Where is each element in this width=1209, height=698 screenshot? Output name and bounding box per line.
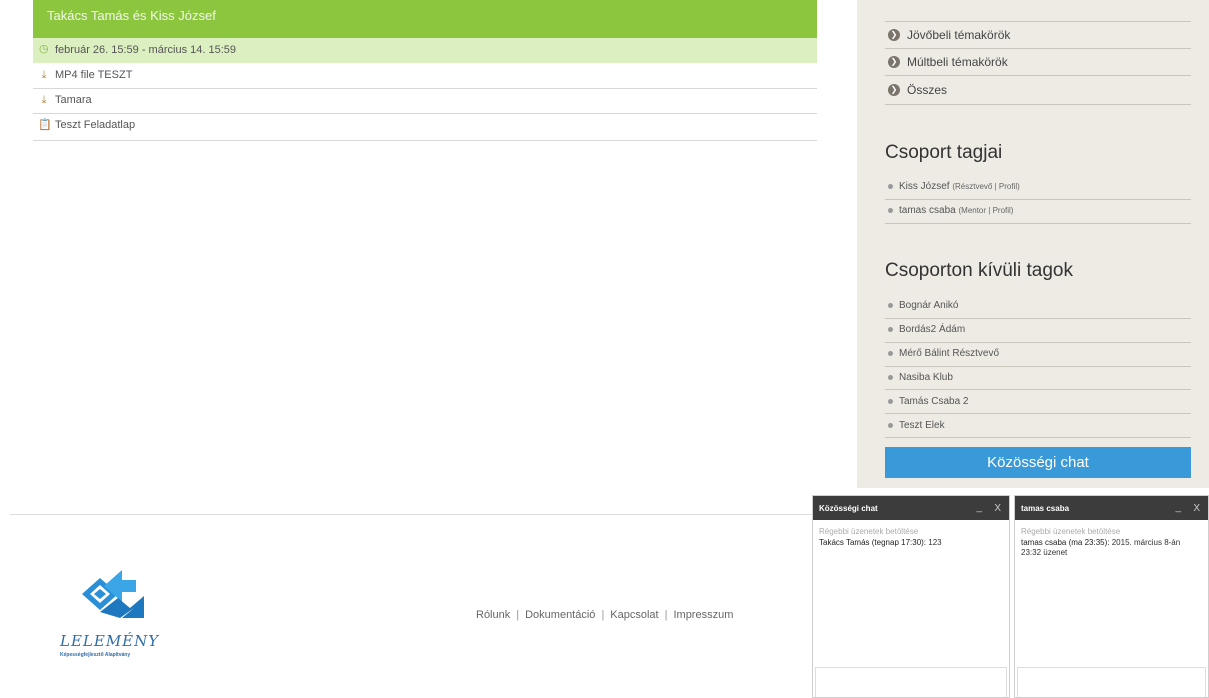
load-older-messages-link[interactable]: Régebbi üzenetek betöltése <box>1021 527 1120 536</box>
footer-link-imprint[interactable]: Impresszum <box>673 609 733 621</box>
sidebar-item-label: Múltbeli témakörök <box>907 55 1008 69</box>
member-role[interactable]: (Mentor | Profil) <box>958 206 1013 215</box>
chat-title: Közösségi chat <box>819 504 878 513</box>
outside-member[interactable]: Bordás2 Ádám <box>885 319 1191 342</box>
sidebar-item-label: Jövőbeli témakörök <box>907 28 1011 42</box>
member-role[interactable]: (Résztvevő | Profil) <box>952 182 1019 191</box>
outside-members-title: Csoporton kívüli tagok <box>885 260 1073 281</box>
divider <box>885 75 1191 76</box>
member-name[interactable]: Tamás Csaba 2 <box>899 396 968 407</box>
group-members-title: Csoport tagjai <box>885 142 1003 163</box>
footer-links: Rólunk | Dokumentáció | Kapcsolat | Impresszum <box>476 609 734 621</box>
divider <box>885 413 1191 414</box>
topic-date-range: február 26. 15:59 - március 14. 15:59 <box>55 44 236 56</box>
chevron-right-icon: ❯ <box>888 29 900 41</box>
divider <box>885 104 1191 105</box>
footer-link-about[interactable]: Rólunk <box>476 609 510 621</box>
member-name[interactable]: Teszt Elek <box>899 420 945 431</box>
sidebar-item-all[interactable]: ❯ Összes <box>885 79 1191 103</box>
bullet-icon <box>888 184 893 189</box>
chat-message-input[interactable] <box>815 667 1007 697</box>
member-name[interactable]: Kiss József <box>899 181 950 192</box>
outside-member[interactable]: Mérő Bálint Résztvevő <box>885 343 1191 366</box>
chat-message-sender: Takács Tamás (tegnap 17:30): <box>819 538 927 547</box>
group-member-tamas-csaba[interactable]: tamas csaba (Mentor | Profil) <box>885 200 1191 223</box>
topic-item-label[interactable]: Tamara <box>55 94 92 106</box>
bullet-icon <box>888 327 893 332</box>
logo-subtitle: Képességfejlesztő Alapítvány <box>60 652 131 658</box>
group-member-kiss-jozsef[interactable]: Kiss József (Résztvevő | Profil) <box>885 176 1191 199</box>
footer-link-documentation[interactable]: Dokumentáció <box>525 609 595 621</box>
sidebar-item-future-topics[interactable]: ❯ Jövőbeli témakörök <box>885 24 1191 48</box>
topic-item-tamara[interactable]: ⤓ Tamara <box>33 89 817 114</box>
divider <box>885 389 1191 390</box>
load-older-messages-link[interactable]: Régebbi üzenetek betöltése <box>819 527 918 536</box>
member-name[interactable]: Nasiba Klub <box>899 372 953 383</box>
chat-message-input[interactable] <box>1017 667 1206 697</box>
chat-message: tamas csaba (ma 23:35): 2015. március 8-… <box>1021 538 1202 558</box>
bullet-icon <box>888 399 893 404</box>
topic-header[interactable]: Takács Tamás és Kiss József <box>33 0 817 38</box>
close-icon[interactable]: X <box>994 503 1001 514</box>
topic-item-label[interactable]: Teszt Feladatlap <box>55 119 135 131</box>
topic-item-label[interactable]: MP4 file TESZT <box>55 69 132 81</box>
divider <box>885 21 1191 22</box>
bullet-icon <box>888 423 893 428</box>
member-name[interactable]: Bognár Anikó <box>899 300 959 311</box>
sidebar-item-past-topics[interactable]: ❯ Múltbeli témakörök <box>885 51 1191 75</box>
chevron-right-icon: ❯ <box>888 84 900 96</box>
bullet-icon <box>888 208 893 213</box>
bullet-icon <box>888 303 893 308</box>
outside-member[interactable]: Nasiba Klub <box>885 367 1191 390</box>
outside-member[interactable]: Tamás Csaba 2 <box>885 391 1191 414</box>
outside-member[interactable]: Bognár Anikó <box>885 295 1191 318</box>
chat-header[interactable]: Közösségi chat _ X <box>813 496 1009 520</box>
bullet-icon <box>888 375 893 380</box>
clock-icon: ◷ <box>39 43 49 55</box>
member-name[interactable]: tamas csaba <box>899 205 956 216</box>
footer-divider <box>10 514 812 515</box>
divider <box>885 48 1191 49</box>
outside-member[interactable]: Teszt Elek <box>885 415 1191 438</box>
topic-title: Takács Tamás és Kiss József <box>47 8 216 23</box>
chevron-right-icon: ❯ <box>888 56 900 68</box>
logo-text: LELEMÉNY <box>60 632 160 650</box>
minimize-icon[interactable]: _ <box>1175 502 1181 513</box>
community-chat-button[interactable]: Közösségi chat <box>885 447 1191 478</box>
chat-header[interactable]: tamas csaba _ X <box>1015 496 1208 520</box>
footer-link-contact[interactable]: Kapcsolat <box>610 609 658 621</box>
chat-window-tamas-csaba: tamas csaba _ X Régebbi üzenetek betölté… <box>1014 495 1209 698</box>
sidebar: ❯ Jövőbeli témakörök ❯ Múltbeli témakörö… <box>857 0 1209 488</box>
download-icon: ⤓ <box>41 94 47 106</box>
topic-item-mp4[interactable]: ⤓ MP4 file TESZT <box>33 64 817 89</box>
sidebar-item-label: Összes <box>907 83 948 97</box>
chat-message: Takács Tamás (tegnap 17:30): 123 <box>819 538 1003 548</box>
chat-message-text: 123 <box>928 538 942 547</box>
divider <box>885 223 1191 224</box>
bullet-icon <box>888 351 893 356</box>
download-icon: ⤓ <box>41 69 47 81</box>
chat-title: tamas csaba <box>1021 504 1070 513</box>
member-name[interactable]: Bordás2 Ádám <box>899 324 965 335</box>
chat-message-sender: tamas csaba (ma 23:35): <box>1021 538 1110 547</box>
close-icon[interactable]: X <box>1193 503 1200 514</box>
chat-window-community: Közösségi chat _ X Régebbi üzenetek betö… <box>812 495 1010 698</box>
member-name[interactable]: Mérő Bálint Résztvevő <box>899 348 999 359</box>
clipboard-icon: 📋 <box>38 119 52 131</box>
divider <box>885 437 1191 438</box>
minimize-icon[interactable]: _ <box>976 502 982 513</box>
topic-item-worksheet[interactable]: 📋 Teszt Feladatlap <box>33 114 817 141</box>
topic-date-row: ◷ február 26. 15:59 - március 14. 15:59 <box>33 38 817 63</box>
